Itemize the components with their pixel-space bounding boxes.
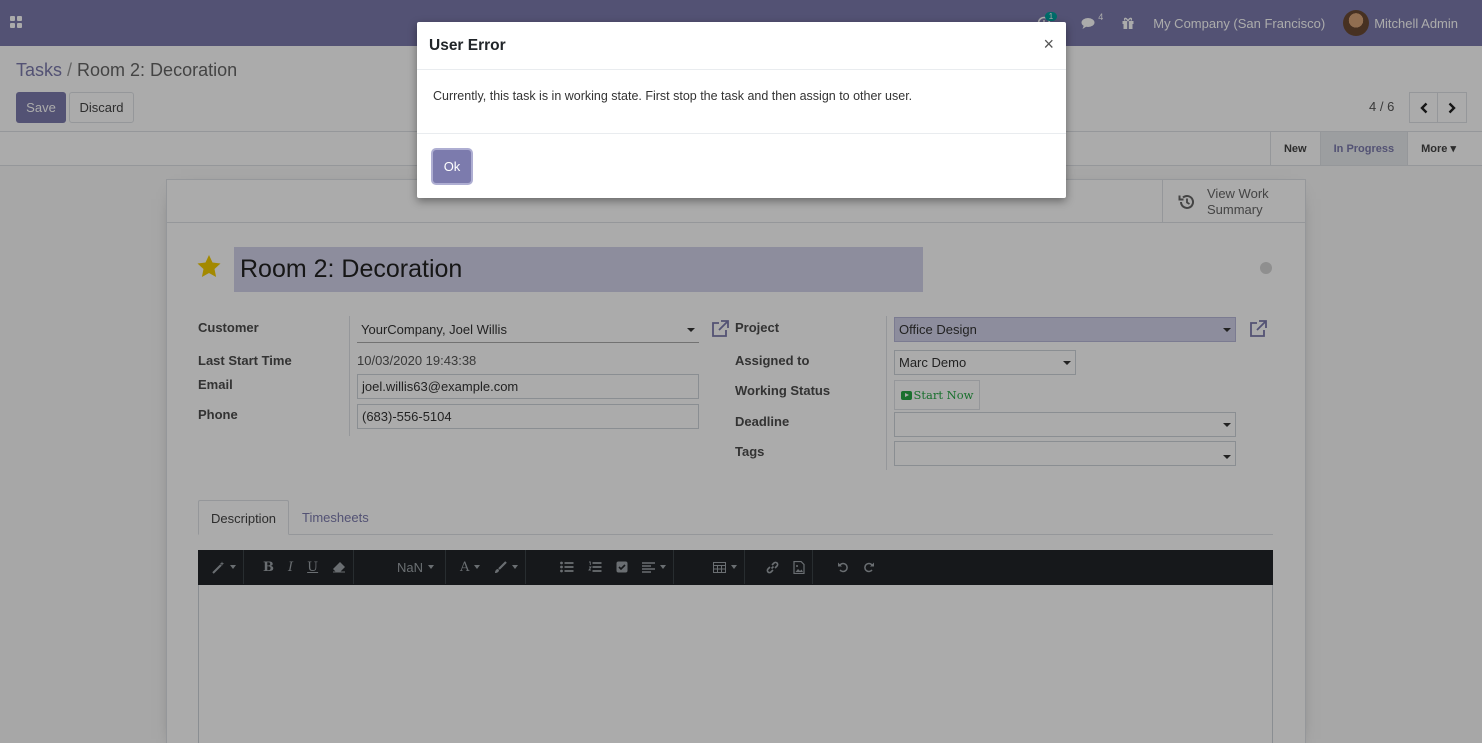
close-icon[interactable]: × bbox=[1043, 35, 1054, 53]
user-error-dialog: User Error × Currently, this task is in … bbox=[417, 22, 1066, 198]
dialog-header: User Error × bbox=[417, 22, 1066, 70]
dialog-footer: Ok bbox=[417, 133, 1066, 198]
dialog-title: User Error bbox=[429, 37, 506, 54]
dialog-message: Currently, this task is in working state… bbox=[433, 89, 913, 103]
ok-button[interactable]: Ok bbox=[433, 150, 471, 183]
